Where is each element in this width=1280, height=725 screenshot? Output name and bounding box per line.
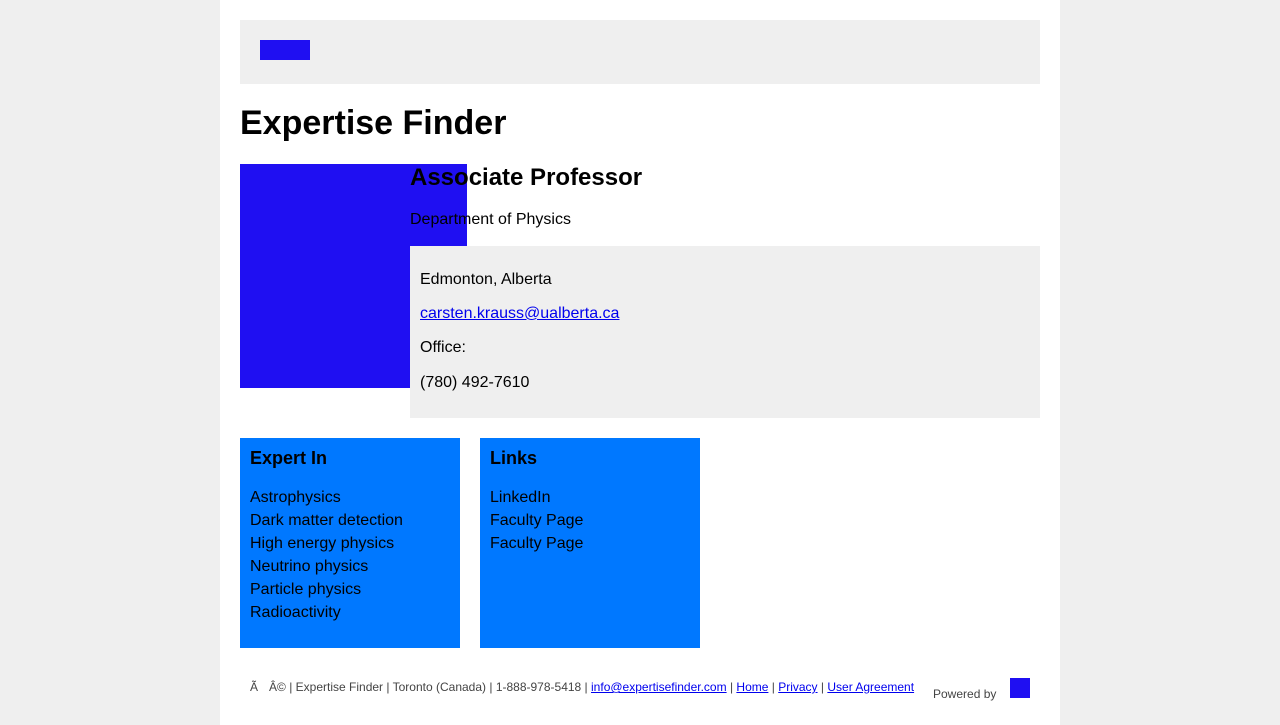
link-item-linkedin[interactable]: LinkedIn — [490, 486, 583, 509]
copyright-symbol: Â© — [269, 680, 286, 694]
footer-user-agreement-link[interactable]: User Agreement — [827, 680, 914, 694]
phone-text: (780) 492-7610 — [420, 374, 530, 391]
page-title: Expertise Finder — [240, 104, 507, 142]
expertise-item[interactable]: Astrophysics — [250, 486, 403, 509]
footer-location: Toronto (Canada) — [392, 680, 487, 694]
footer-company: Expertise Finder — [295, 680, 384, 694]
expertise-item[interactable]: Neutrino physics — [250, 555, 403, 578]
profile-photo — [240, 164, 410, 388]
location-text: Edmonton, Alberta — [420, 271, 552, 288]
links-card: Links LinkedIn Faculty Page Faculty Page — [480, 438, 700, 648]
logo-image[interactable] — [260, 40, 310, 60]
page-container: Expertise Finder Associate Professor Dep… — [220, 0, 1060, 725]
expert-in-card: Expert In Astrophysics Dark matter detec… — [240, 438, 460, 648]
powered-by-text: Powered by — [933, 687, 997, 701]
footer: Ã Â© | Expertise Finder | Toronto (Canada… — [250, 680, 915, 694]
powered-by-logo[interactable] — [1010, 678, 1030, 698]
link-item-faculty-page[interactable]: Faculty Page — [490, 509, 583, 532]
link-item-faculty-page[interactable]: Faculty Page — [490, 532, 583, 555]
job-title: Associate Professor — [410, 164, 643, 191]
expertise-item[interactable]: High energy physics — [250, 532, 403, 555]
footer-stray-char: Ã — [250, 680, 259, 694]
contact-box: Edmonton, Alberta carsten.krauss@ualbert… — [410, 246, 1040, 418]
expertise-item[interactable]: Dark matter detection — [250, 509, 403, 532]
footer-email-link[interactable]: info@expertisefinder.com — [591, 680, 727, 694]
footer-phone: 1-888-978-5418 — [495, 680, 582, 694]
office-label: Office: — [420, 339, 466, 356]
expertise-item[interactable]: Radioactivity — [250, 601, 403, 624]
expert-in-list: Astrophysics Dark matter detection High … — [250, 486, 403, 624]
expert-in-heading: Expert In — [250, 448, 328, 468]
links-heading: Links — [490, 448, 538, 468]
header-bar — [240, 20, 1040, 84]
footer-privacy-link[interactable]: Privacy — [778, 680, 817, 694]
footer-home-link[interactable]: Home — [736, 680, 768, 694]
expertise-item[interactable]: Particle physics — [250, 578, 403, 601]
email-link[interactable]: carsten.krauss@ualberta.ca — [420, 305, 619, 323]
department: Department of Physics — [410, 211, 571, 228]
links-list: LinkedIn Faculty Page Faculty Page — [490, 486, 583, 555]
